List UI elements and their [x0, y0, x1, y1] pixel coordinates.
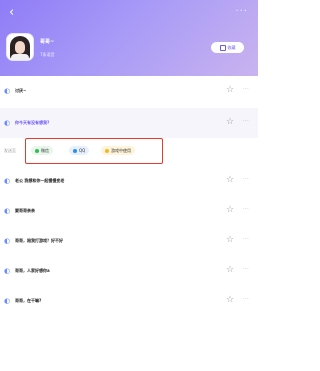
list-item[interactable]: ◐ 哥哥，在干嘛? ☆ ···	[0, 286, 258, 316]
star-icon[interactable]: ☆	[226, 265, 234, 276]
sound-wave-icon[interactable]: ◐	[4, 207, 12, 215]
list-item-text: 老公 我想和你一起慢慢变老	[15, 178, 65, 183]
more-dots-icon[interactable]: ···	[243, 296, 249, 302]
star-icon[interactable]: ☆	[226, 85, 234, 96]
game-icon	[105, 149, 109, 153]
more-dots-icon[interactable]: ···	[243, 176, 249, 182]
share-game-button[interactable]: 游戏中使用	[101, 146, 135, 155]
list-item-text: 要哥哥亲亲	[15, 208, 35, 213]
collect-label: 收藏	[227, 45, 236, 50]
qq-icon	[73, 149, 77, 153]
list-item-text: 讨厌~	[15, 88, 27, 93]
share-qq-button[interactable]: QQ	[69, 146, 90, 155]
share-option-label: 微信	[41, 148, 49, 153]
more-dots-icon[interactable]: ···	[243, 266, 249, 272]
more-dots-icon[interactable]: ···	[243, 86, 249, 92]
sound-wave-icon[interactable]: ◐	[4, 119, 12, 127]
sound-wave-icon[interactable]: ◐	[4, 297, 12, 305]
list-item-text: 你今天有没有想我?	[15, 120, 50, 125]
back-icon[interactable]: ‹	[9, 6, 14, 19]
list-item[interactable]: ◐ 要哥哥亲亲 ☆ ···	[0, 196, 258, 226]
star-icon[interactable]: ☆	[226, 205, 234, 216]
more-dots-icon[interactable]: ···	[243, 236, 249, 242]
more-dots-icon[interactable]: ···	[243, 206, 249, 212]
avatar	[6, 33, 34, 61]
list-item[interactable]: ◐ 老公 我想和你一起慢慢变老 ☆ ···	[0, 166, 258, 196]
more-dots-icon[interactable]: ···	[243, 118, 249, 124]
more-icon[interactable]: ···	[235, 6, 248, 17]
list-item[interactable]: ◐ 讨厌~ ☆ ···	[0, 76, 258, 106]
star-icon[interactable]: ☆	[226, 175, 234, 186]
star-icon[interactable]: ☆	[226, 235, 234, 246]
sound-wave-icon[interactable]: ◐	[4, 177, 12, 185]
share-label: 发送至	[4, 148, 16, 153]
list-item-text: 哥哥，在干嘛?	[15, 298, 42, 303]
collect-icon	[219, 45, 226, 51]
list-item-text: 哥哥，人家好想你a	[15, 268, 50, 273]
collect-button[interactable]: 收藏	[211, 42, 244, 53]
sound-wave-icon[interactable]: ◐	[4, 87, 12, 95]
sound-wave-icon[interactable]: ◐	[4, 237, 12, 245]
wechat-icon	[35, 149, 39, 153]
share-option-label: QQ	[79, 148, 86, 153]
list-item[interactable]: ◐ 哥哥，人家好想你a ☆ ···	[0, 256, 258, 286]
voice-count: 7条语音	[40, 52, 55, 57]
header: ‹ ··· 哥哥~ 7条语音 收藏	[0, 0, 258, 76]
list-item-text: 哥哥，陪我打游戏？好不好	[15, 238, 63, 243]
page-title: 哥哥~	[40, 39, 55, 45]
list-item[interactable]: ◐ 哥哥，陪我打游戏？好不好 ☆ ···	[0, 226, 258, 256]
share-option-label: 游戏中使用	[111, 148, 131, 153]
star-icon[interactable]: ☆	[226, 117, 234, 128]
share-wechat-button[interactable]: 微信	[31, 146, 53, 155]
star-icon[interactable]: ☆	[226, 295, 234, 306]
sound-wave-icon[interactable]: ◐	[4, 267, 12, 275]
list-item[interactable]: ◐ 你今天有没有想我? ☆ ···	[0, 108, 258, 138]
